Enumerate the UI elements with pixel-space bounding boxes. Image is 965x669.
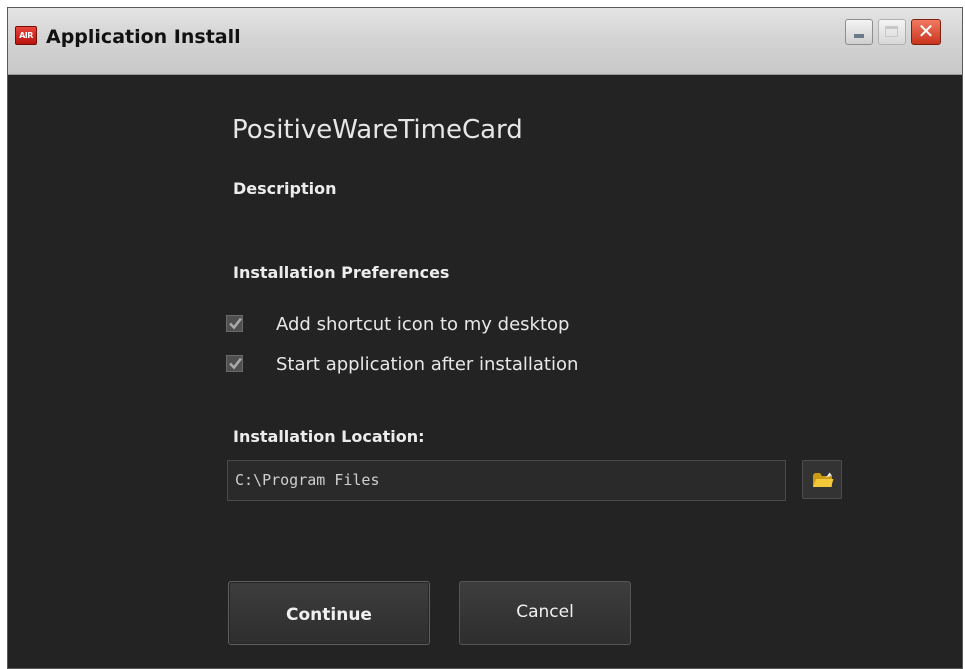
maximize-button: [878, 19, 906, 45]
preferences-heading: Installation Preferences: [233, 263, 450, 282]
air-logo-icon: AIR: [15, 26, 37, 45]
folder-icon: [813, 472, 834, 487]
title-bar[interactable]: AIR Application Install ✕: [8, 8, 962, 75]
close-icon: ✕: [917, 19, 935, 43]
shortcut-option-label: Add shortcut icon to my desktop: [276, 314, 570, 335]
location-heading: Installation Location:: [233, 427, 425, 446]
start-after-install-label: Start application after installation: [276, 354, 579, 375]
installer-window: AIR Application Install ✕ PositiveWareTi…: [7, 7, 963, 669]
install-content: PositiveWareTimeCard Description Install…: [8, 75, 962, 668]
app-name: PositiveWareTimeCard: [232, 115, 523, 145]
shortcut-checkbox[interactable]: [226, 315, 243, 332]
close-button[interactable]: ✕: [911, 19, 941, 45]
install-location-field[interactable]: C:\Program Files: [227, 460, 786, 501]
cancel-button[interactable]: Cancel: [459, 581, 631, 645]
checkmark-icon: [229, 357, 243, 370]
continue-button[interactable]: Continue: [228, 581, 430, 645]
start-after-install-checkbox[interactable]: [226, 355, 243, 372]
minimize-button[interactable]: [845, 19, 873, 45]
window-title: Application Install: [46, 26, 241, 48]
browse-folder-button[interactable]: [802, 460, 842, 499]
checkmark-icon: [229, 317, 243, 330]
description-heading: Description: [233, 179, 337, 198]
